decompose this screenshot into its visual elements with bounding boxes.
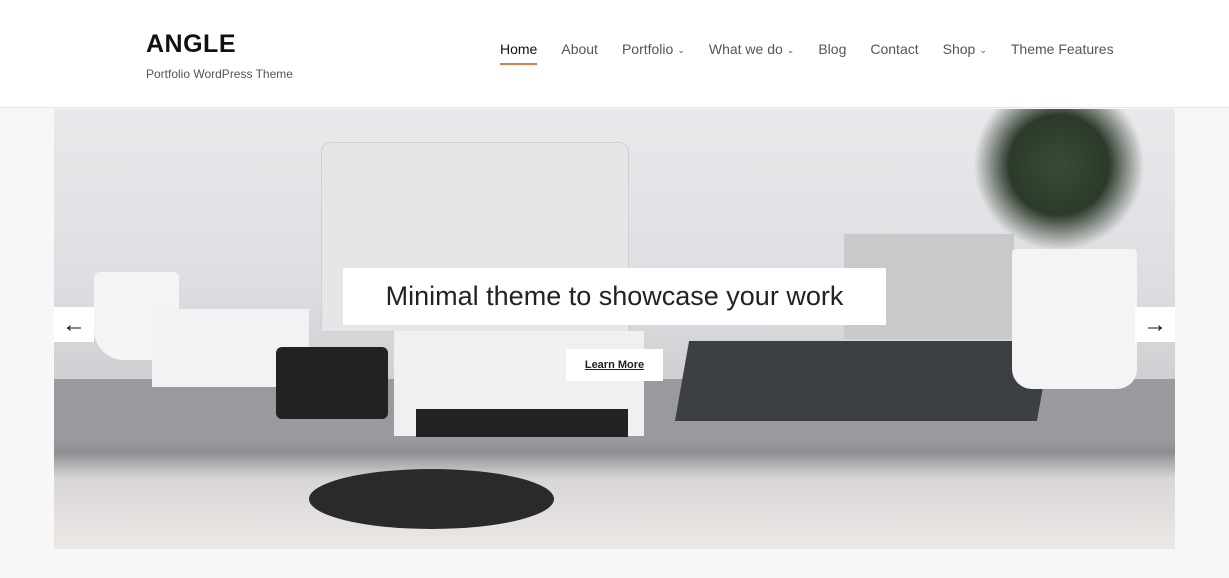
nav-label: Portfolio bbox=[621, 41, 674, 57]
camera-image bbox=[276, 347, 388, 419]
site-tagline: Portfolio WordPress Theme bbox=[146, 67, 293, 81]
nav-label: Home bbox=[500, 41, 538, 57]
nav-shop[interactable]: Shop ⌄ bbox=[943, 41, 987, 57]
tray-image bbox=[674, 341, 1052, 421]
slider-next-button[interactable]: → bbox=[1135, 307, 1175, 342]
nav-label: Blog bbox=[818, 41, 847, 57]
nav-what-we-do[interactable]: What we do ⌄ bbox=[709, 41, 794, 57]
slide-caption: Minimal theme to showcase your work bbox=[343, 268, 886, 325]
nav-contact[interactable]: Contact bbox=[870, 41, 918, 57]
nav-label: Theme Features bbox=[1010, 41, 1114, 57]
nav-label: About bbox=[561, 41, 598, 57]
chevron-down-icon: ⌄ bbox=[677, 45, 685, 55]
learn-more-button[interactable]: Learn More bbox=[566, 349, 663, 381]
hero-slider-image bbox=[54, 109, 1175, 549]
arrow-right-icon: → bbox=[1143, 310, 1167, 338]
nav-home[interactable]: Home bbox=[500, 41, 538, 65]
nav-label: What we do bbox=[708, 41, 783, 57]
nav-label: Contact bbox=[870, 41, 919, 57]
nav-blog[interactable]: Blog bbox=[818, 41, 846, 57]
arrow-left-icon: ← bbox=[62, 310, 86, 338]
site-header: ANGLE Portfolio WordPress Theme Home Abo… bbox=[0, 0, 1229, 108]
nav-about[interactable]: About bbox=[561, 41, 598, 57]
main-nav: Home About Portfolio ⌄ What we do ⌄ Blog C… bbox=[500, 41, 1138, 65]
book-dark-image bbox=[416, 409, 628, 437]
nav-theme-features[interactable]: Theme Features bbox=[1011, 41, 1114, 57]
chevron-down-icon: ⌄ bbox=[979, 45, 987, 55]
chevron-down-icon: ⌄ bbox=[786, 45, 795, 55]
site-title[interactable]: ANGLE bbox=[146, 30, 236, 59]
plant-pot-image bbox=[1012, 249, 1137, 389]
chair-image bbox=[309, 469, 554, 529]
plant-leaves-image bbox=[944, 109, 1174, 249]
nav-label: Shop bbox=[942, 41, 976, 57]
nav-portfolio[interactable]: Portfolio ⌄ bbox=[622, 41, 685, 57]
slider-prev-button[interactable]: ← bbox=[54, 307, 94, 342]
